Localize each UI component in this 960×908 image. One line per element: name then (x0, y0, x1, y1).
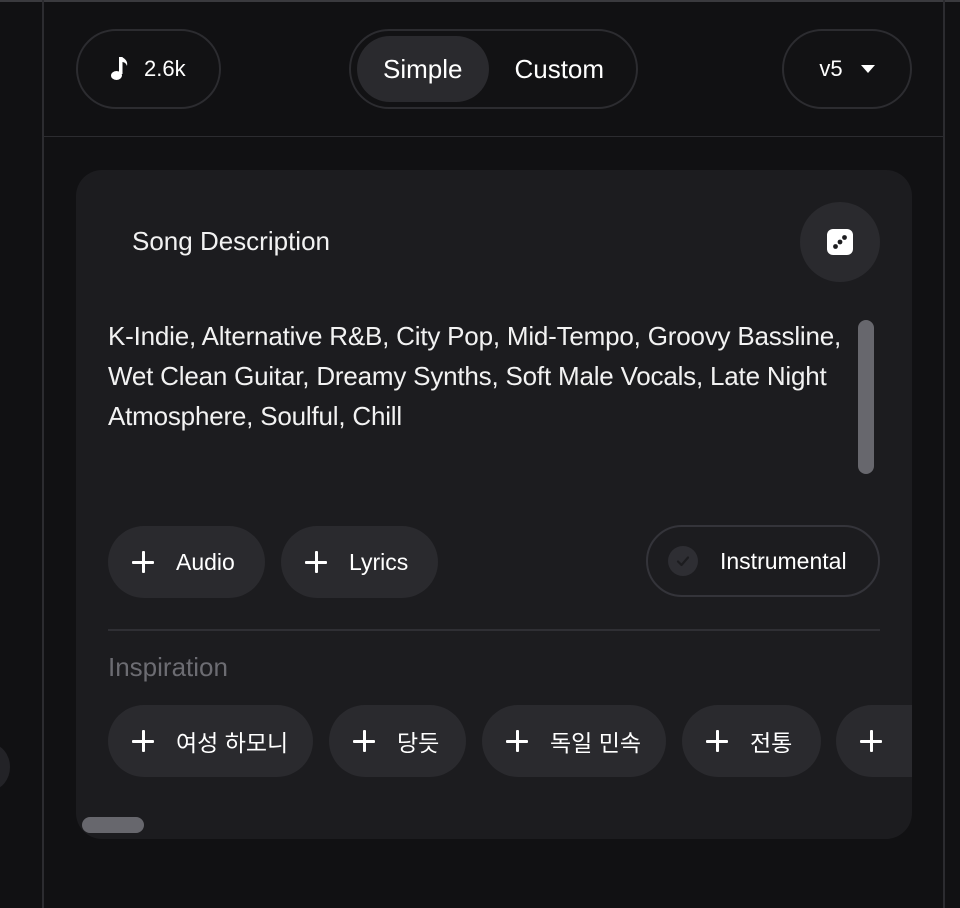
version-select[interactable]: v5 (782, 29, 912, 109)
plus-icon (132, 551, 154, 573)
add-audio-button[interactable]: Audio (108, 526, 265, 598)
mode-toggle: Simple Custom (349, 29, 638, 109)
plus-icon (860, 730, 882, 752)
plus-icon (353, 730, 375, 752)
inspiration-scrollbar[interactable] (82, 817, 144, 833)
inspiration-chip-label: 전통 (750, 730, 793, 756)
header-divider (44, 136, 943, 137)
card-divider (108, 629, 880, 631)
right-divider (943, 0, 945, 908)
inspiration-chip-label: 여성 하모니 (176, 730, 289, 756)
caret-down-icon (860, 65, 875, 73)
window-top-edge (0, 0, 960, 2)
music-note-icon (111, 57, 128, 80)
credits-count: 2.6k (144, 56, 186, 81)
inspiration-chip[interactable] (836, 705, 912, 777)
card-title: Song Description (132, 226, 330, 256)
inspiration-chip-label: 독일 민속 (550, 730, 642, 756)
check-icon (668, 546, 698, 576)
inspiration-chip[interactable]: 당듯 (329, 705, 466, 777)
description-scrollbar[interactable] (858, 320, 874, 474)
instrumental-label: Instrumental (720, 547, 847, 574)
inspiration-label: Inspiration (108, 652, 228, 682)
plus-icon (305, 551, 327, 573)
plus-icon (132, 730, 154, 752)
add-lyrics-label: Lyrics (349, 548, 409, 575)
tab-custom[interactable]: Custom (489, 36, 630, 102)
dice-icon (827, 229, 853, 255)
plus-icon (506, 730, 528, 752)
song-description-card: Song Description K-Indie, Alternative R&… (76, 170, 912, 839)
randomize-button[interactable] (800, 202, 880, 282)
collapsed-sidebar-button[interactable] (0, 744, 10, 790)
version-label: v5 (819, 56, 843, 81)
instrumental-toggle[interactable]: Instrumental (646, 525, 880, 597)
inspiration-chip-label: 당듯 (397, 730, 440, 756)
add-lyrics-button[interactable]: Lyrics (281, 526, 438, 598)
tab-simple[interactable]: Simple (357, 36, 489, 102)
inspiration-chip[interactable]: 전통 (682, 705, 821, 777)
inspiration-chip[interactable]: 독일 민속 (482, 705, 666, 777)
inspiration-chip[interactable]: 여성 하모니 (108, 705, 313, 777)
add-audio-label: Audio (176, 548, 235, 575)
credits-badge[interactable]: 2.6k (76, 29, 221, 109)
plus-icon (706, 730, 728, 752)
inspiration-chips: 여성 하모니 당듯 독일 민속 전통 (108, 705, 912, 777)
song-description-input[interactable]: K-Indie, Alternative R&B, City Pop, Mid-… (108, 316, 848, 436)
